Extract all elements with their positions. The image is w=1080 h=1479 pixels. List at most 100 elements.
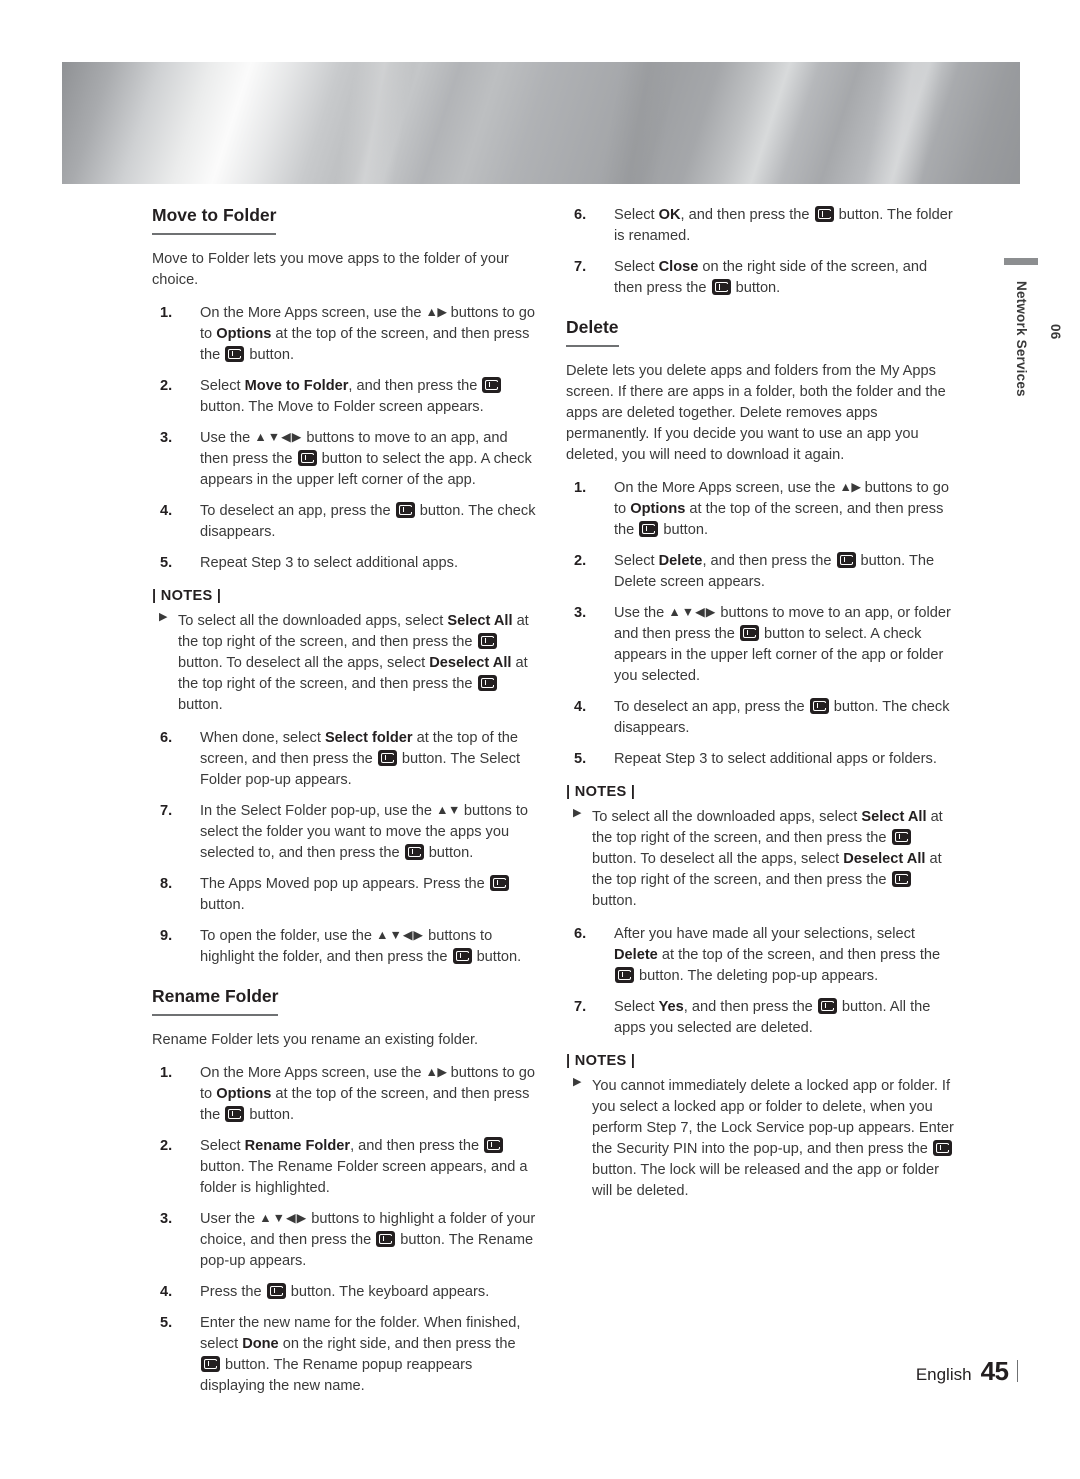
enter-button-icon (484, 1136, 504, 1153)
header-metallic-band (62, 62, 1020, 184)
note-text: You cannot immediately delete a locked a… (592, 1077, 954, 1199)
enter-button-icon (404, 843, 424, 860)
step-item: 7. Select Close on the right side of the … (566, 257, 954, 299)
left-column: Move to Folder Move to Folder lets you m… (152, 205, 540, 1407)
step-item: 5. Enter the new name for the folder. Whe… (152, 1313, 540, 1397)
enter-button-icon (266, 1282, 286, 1299)
step-item: 3. Use the ▲▼◀▶ buttons to move to an app… (152, 428, 540, 491)
triangle-bullet-icon: ▶ (573, 806, 582, 819)
step-text: Select Rename Folder, and then press the… (200, 1136, 528, 1196)
step-item: 3. Use the ▲▼◀▶ buttons to move to an app… (566, 603, 954, 687)
step-item: 5. Repeat Step 3 to select additional app… (566, 749, 954, 770)
enter-button-icon (482, 376, 502, 393)
step-text: When done, select Select folder at the t… (200, 729, 521, 788)
step-item: 6. When done, select Select folder at the… (152, 728, 540, 791)
heading-rule (566, 344, 619, 347)
step-list-continued: 6. When done, select Select folder at the… (152, 728, 540, 968)
section-rename-folder: Rename Folder Rename Folder lets you ren… (152, 986, 540, 1397)
step-text: To deselect an app, press the button. Th… (614, 697, 950, 736)
notes-label: | NOTES | (152, 587, 222, 604)
section-intro: Delete lets you delete apps and folders … (566, 362, 946, 463)
step-item: 1. On the More Apps screen, use the ▲▶ bu… (566, 478, 954, 541)
step-text: Press the button. The keyboard appears. (200, 1282, 490, 1300)
step-number: 3. (574, 604, 587, 621)
step-number: 5. (160, 554, 173, 571)
step-item: 5. Repeat Step 3 to select additional app… (152, 553, 540, 574)
enter-button-icon (615, 966, 634, 983)
step-number: 6. (160, 729, 173, 746)
step-number: 7. (574, 259, 587, 275)
note-item: ▶ To select all the downloaded apps, sele… (566, 807, 954, 912)
step-list: 1. On the More Apps screen, use the ▲▶ bu… (566, 478, 954, 770)
enter-button-icon (376, 1230, 396, 1247)
enter-button-icon (639, 520, 659, 537)
step-number: 6. (574, 207, 587, 223)
step-number: 1. (574, 479, 587, 496)
step-item: 6. After you have made all your selection… (566, 924, 954, 987)
step-item: 1. On the More Apps screen, use the ▲▶ bu… (152, 1063, 540, 1126)
step-number: 7. (160, 802, 173, 819)
step-text: On the More Apps screen, use the ▲▶ butt… (200, 1064, 535, 1123)
notes-list: ▶ To select all the downloaded apps, sele… (566, 807, 954, 912)
step-number: 4. (160, 1283, 173, 1300)
section-heading: Rename Folder (152, 985, 279, 1006)
step-text: On the More Apps screen, use the ▲▶ butt… (200, 304, 535, 363)
enter-button-icon (489, 874, 509, 891)
notes-label: | NOTES | (566, 783, 636, 800)
enter-button-icon (836, 551, 856, 568)
chapter-number: 06 (1048, 324, 1063, 340)
step-number: 6. (574, 925, 587, 942)
step-item: 8. The Apps Moved pop up appears. Press t… (152, 874, 540, 916)
step-list: 1. On the More Apps screen, use the ▲▶ bu… (152, 1063, 540, 1397)
step-text: To deselect an app, press the button. Th… (200, 501, 536, 540)
right-column: 6. Select OK, and then press the button. … (566, 205, 954, 1214)
step-text: On the More Apps screen, use the ▲▶ butt… (614, 479, 949, 538)
heading-rule (152, 232, 276, 235)
chapter-tab-bar (1004, 258, 1038, 265)
enter-button-icon (711, 279, 731, 295)
step-number: 3. (160, 1210, 173, 1227)
step-number: 2. (574, 552, 587, 569)
step-item: 4. To deselect an app, press the button. … (152, 501, 540, 543)
enter-button-icon (891, 870, 911, 887)
heading-rule (152, 1013, 278, 1016)
step-list-carryover: 6. Select OK, and then press the button. … (566, 205, 954, 299)
step-text: Use the ▲▼◀▶ buttons to move to an app, … (614, 604, 951, 684)
step-number: 7. (574, 998, 587, 1015)
step-text: Select Delete, and then press the button… (614, 551, 935, 590)
enter-button-icon (891, 828, 911, 845)
section-delete: Delete Delete lets you delete apps and f… (566, 317, 954, 1202)
enter-button-icon (377, 749, 397, 766)
enter-button-icon (739, 624, 759, 641)
step-text: Select Move to Folder, and then press th… (200, 376, 502, 415)
step-number: 4. (574, 698, 587, 715)
section-move-to-folder: Move to Folder Move to Folder lets you m… (152, 205, 540, 968)
step-number: 4. (160, 502, 173, 519)
step-number: 5. (160, 1314, 173, 1331)
notes-label-2: | NOTES | (566, 1052, 636, 1069)
step-number: 2. (160, 377, 173, 394)
enter-button-icon (225, 1105, 245, 1122)
step-item: 7. Select Yes, and then press the button.… (566, 997, 954, 1039)
step-text: The Apps Moved pop up appears. Press the… (200, 874, 510, 913)
step-item: 2. Select Move to Folder, and then press … (152, 376, 540, 418)
step-item: 3. User the ▲▼◀▶ buttons to highlight a f… (152, 1209, 540, 1272)
enter-button-icon (814, 206, 834, 222)
step-text: Select Close on the right side of the sc… (614, 259, 928, 296)
note-item: ▶ You cannot immediately delete a locked … (566, 1076, 954, 1202)
step-number: 8. (160, 875, 173, 892)
step-item: 4. To deselect an app, press the button. … (566, 697, 954, 739)
triangle-bullet-icon: ▶ (573, 1075, 582, 1088)
enter-button-icon (477, 674, 497, 691)
step-item: 1. On the More Apps screen, use the ▲▶ bu… (152, 303, 540, 366)
note-text: To select all the downloaded apps, selec… (178, 612, 529, 713)
section-heading: Move to Folder (152, 205, 277, 225)
step-item: 2. Select Delete, and then press the butt… (566, 551, 954, 593)
notes-list-2: ▶ You cannot immediately delete a locked … (566, 1076, 954, 1202)
step-list-continued: 6. After you have made all your selection… (566, 924, 954, 1039)
enter-button-icon (201, 1355, 220, 1372)
note-text: To select all the downloaded apps, selec… (592, 808, 943, 909)
step-text: To open the folder, use the ▲▼◀▶ buttons… (200, 927, 522, 965)
step-number: 3. (160, 429, 173, 446)
triangle-bullet-icon: ▶ (159, 610, 168, 623)
